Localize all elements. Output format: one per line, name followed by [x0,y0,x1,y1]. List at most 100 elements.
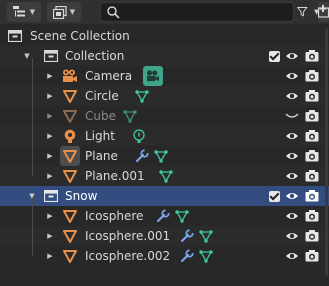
tree-label: Icosphere [85,209,144,223]
camera-render-icon[interactable] [304,208,320,224]
eye-icon[interactable] [284,88,300,104]
funnel-icon [297,7,308,17]
camera-render-icon[interactable] [304,228,320,244]
camera-render-icon[interactable] [304,48,320,64]
checkbox-checked-icon [268,50,280,62]
eye-icon[interactable] [284,128,300,144]
expand-arrow-icon[interactable]: ▶ [45,86,55,106]
mesh-data-icon[interactable] [198,248,214,264]
tree-row-circle[interactable]: ▶ Circle [0,86,329,106]
mesh-data-icon[interactable] [198,228,214,244]
camera-render-icon[interactable] [304,68,320,84]
mesh-data-icon[interactable] [153,148,169,164]
tree-row-plane001[interactable]: ▶ Plane.001 [0,166,329,186]
eye-icon[interactable] [284,48,300,64]
eye-icon[interactable] [284,208,300,224]
wrench-modifier-icon[interactable] [155,208,171,224]
mesh-object-icon [62,88,78,104]
light-data-icon[interactable] [131,128,147,144]
mesh-object-icon [62,168,78,184]
tree-row-icosphere002[interactable]: ▶ Icosphere.002 [0,246,329,266]
eye-closed-icon[interactable] [284,108,300,124]
expand-arrow-icon[interactable]: ▶ [45,66,55,86]
expand-arrow-icon[interactable]: ▶ [45,246,55,266]
expand-arrow-icon[interactable]: ▶ [45,206,55,226]
wrench-modifier-icon[interactable] [134,148,150,164]
camera-render-icon[interactable] [304,168,320,184]
camera-data-icon[interactable] [143,66,163,86]
collection-icon [43,188,59,204]
expand-arrow-icon[interactable]: ▶ [45,126,55,146]
camera-render-icon[interactable] [304,148,320,164]
light-object-icon [62,128,78,144]
tree-row-scene-collection[interactable]: Scene Collection [0,26,329,46]
eye-icon[interactable] [284,188,300,204]
new-collection-button[interactable] [318,2,329,22]
camera-object-icon [62,68,78,84]
camera-render-icon[interactable] [304,88,320,104]
expand-arrow-icon[interactable]: ▶ [45,226,55,246]
display-mode-dropdown[interactable]: ▼ [7,2,41,22]
search-field[interactable] [100,2,294,22]
exclude-checkbox[interactable] [266,48,282,64]
eye-icon[interactable] [284,68,300,84]
chevron-down-icon: ▼ [29,7,36,16]
tree-row-icosphere[interactable]: ▶ Icosphere [0,206,329,226]
mesh-object-icon [62,208,78,224]
tree-row-icosphere001[interactable]: ▶ Icosphere.001 [0,226,329,246]
collection-icon [43,48,59,64]
expand-arrow-icon[interactable]: ▶ [45,166,55,186]
eye-icon[interactable] [284,148,300,164]
tree-row-snow[interactable]: ▼ Snow [0,186,329,206]
tree-label: Icosphere.001 [85,229,171,243]
tree-label: Plane.001 [85,169,145,183]
tree-label: Scene Collection [30,29,130,43]
chevron-down-icon: ▼ [69,7,76,16]
outliner-display-icon [12,6,25,17]
tree-label: Camera [85,69,133,83]
tree-label: Icosphere.002 [85,249,171,263]
wrench-modifier-icon[interactable] [179,228,195,244]
view-layer-filter-dropdown[interactable]: ▼ [47,2,81,22]
mesh-object-icon [62,228,78,244]
mesh-object-icon [62,108,78,124]
tree-row-plane[interactable]: ▶ Plane [0,146,329,166]
filter-dropdown[interactable] [297,2,309,22]
tree-label: Collection [65,49,125,63]
camera-render-icon[interactable] [304,128,320,144]
tree-row-light[interactable]: ▶ Light [0,126,329,146]
eye-icon[interactable] [284,248,300,264]
expand-arrow-icon[interactable]: ▶ [45,146,55,166]
eye-icon[interactable] [284,228,300,244]
mesh-data-icon[interactable] [158,168,174,184]
checkbox-checked-icon [268,190,280,202]
camera-render-icon[interactable] [304,108,320,124]
mesh-data-icon[interactable] [174,208,190,224]
mesh-object-icon-active [60,146,80,166]
tree-row-cube[interactable]: ▶ Cube [0,106,329,126]
wrench-modifier-icon[interactable] [179,248,195,264]
scrollbar[interactable] [325,28,328,276]
mesh-object-icon [62,248,78,264]
search-input[interactable] [123,4,287,22]
mesh-data-icon[interactable] [134,88,150,104]
outliner-header: ▼ ▼ ▼ [0,0,329,24]
collapse-arrow-icon[interactable]: ▼ [22,46,32,66]
tree-label: Circle [85,89,119,103]
tree-label: Snow [65,189,98,203]
tree-label: Plane [85,149,118,163]
exclude-checkbox[interactable] [266,188,282,204]
tree-row-camera[interactable]: ▶ Camera [0,66,329,86]
new-collection-icon [318,5,329,18]
camera-render-icon[interactable] [304,188,320,204]
eye-icon[interactable] [284,168,300,184]
tree-row-collection[interactable]: ▼ Collection [0,46,329,66]
scene-collection-icon [7,28,23,44]
mesh-data-icon[interactable] [122,108,138,124]
tree-label: Light [85,129,115,143]
search-icon [107,6,120,19]
view-layer-icon [52,5,67,19]
expand-arrow-icon[interactable]: ▶ [45,106,55,126]
camera-render-icon[interactable] [304,248,320,264]
hierarchy-line [32,58,33,176]
